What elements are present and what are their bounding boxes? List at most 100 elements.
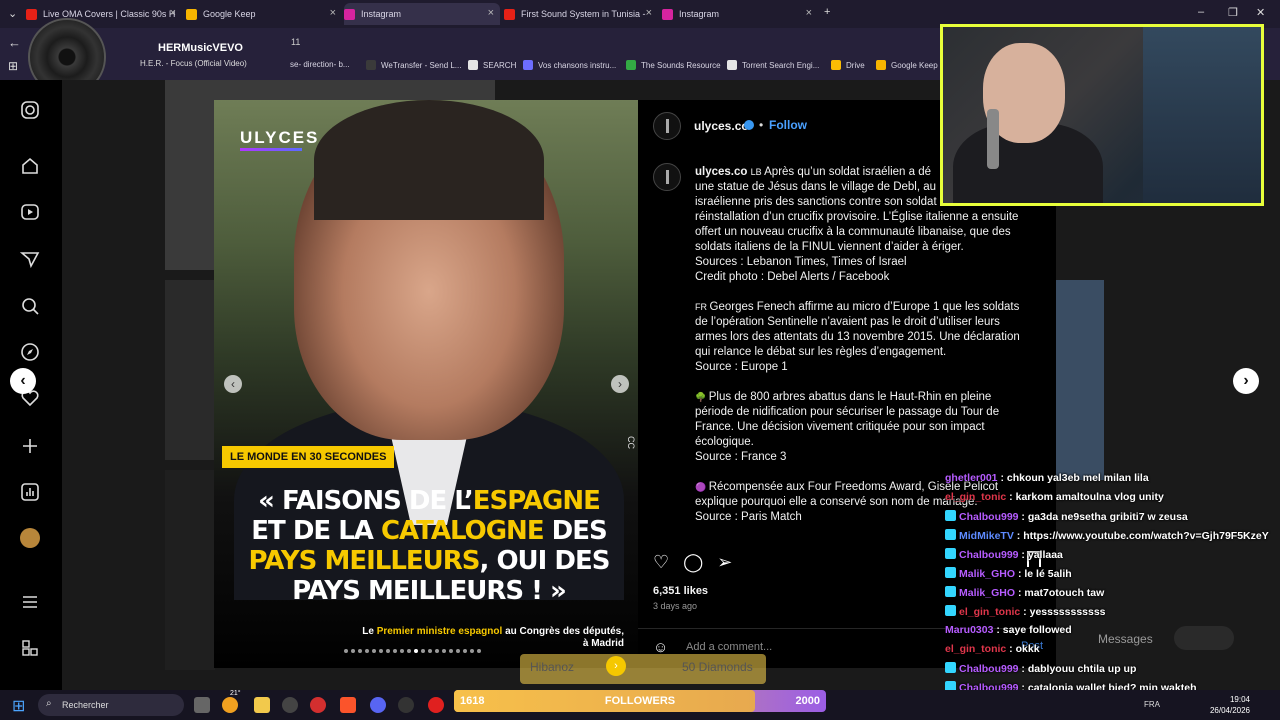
file-explorer-icon[interactable] — [254, 697, 270, 713]
bookmark-2[interactable]: SEARCH — [468, 60, 516, 70]
apps-grid-icon[interactable]: ⊞ — [8, 59, 18, 73]
author-handle[interactable]: ulyces.co — [694, 119, 749, 133]
taskbar-search[interactable]: ⌕ Rechercher — [38, 694, 184, 716]
caption-line-text: Après qu’un soldat israélien a dé — [764, 166, 931, 178]
close-icon[interactable]: × — [330, 7, 336, 19]
language-indicator[interactable]: FRA — [1144, 700, 1160, 709]
reels-icon[interactable] — [20, 202, 40, 222]
back-icon[interactable]: ← — [8, 35, 21, 50]
bookmark-6[interactable]: Drive — [831, 60, 865, 70]
tab-4[interactable]: Instagram × — [662, 3, 818, 25]
close-icon[interactable]: × — [646, 7, 652, 19]
carousel-dot — [421, 649, 425, 653]
chat-username[interactable]: MidMikeTV — [959, 530, 1014, 542]
tab-search-icon[interactable]: ⌄ — [8, 7, 17, 20]
carousel-dot — [428, 649, 432, 653]
bookmark-5[interactable]: Torrent Search Engi... — [727, 60, 819, 70]
chat-username[interactable]: el_gin_tonic — [945, 491, 1006, 503]
taskbar-clock[interactable]: 19:04 26/04/2026 — [1210, 694, 1250, 716]
direct-icon[interactable] — [20, 249, 40, 269]
maximize-icon[interactable]: ❐ — [1228, 6, 1238, 19]
now-playing-song: H.E.R. - Focus (Official Video) — [140, 59, 247, 68]
task-view-icon[interactable] — [194, 697, 210, 713]
comment-bubble-icon[interactable]: ◯ — [683, 552, 703, 573]
close-window-icon[interactable]: ✕ — [1256, 6, 1265, 19]
caption-line: Source : France 3 — [695, 450, 1025, 465]
bookmark-7[interactable]: Google Keep — [876, 60, 938, 70]
cc-label: CC — [626, 436, 636, 449]
carousel-prev-button[interactable]: ‹ — [224, 375, 242, 393]
bookmark-4[interactable]: The Sounds Resource — [626, 60, 721, 70]
share-send-icon[interactable]: ➢ — [717, 552, 732, 573]
caption-author-avatar[interactable] — [653, 163, 681, 191]
address-bar-text[interactable]: 11 — [291, 37, 300, 47]
caption-prefix: FR — [695, 302, 710, 312]
instagram-icon — [662, 8, 673, 20]
bookmark-label: Torrent Search Engi... — [742, 60, 820, 70]
chat-message: Chalbou999 : ga3da ne9setha gribiti7 w z… — [945, 510, 1275, 529]
search-bookmark-icon — [468, 60, 478, 70]
bookmark-label: SEARCH — [483, 60, 517, 70]
close-icon[interactable]: × — [806, 7, 812, 19]
create-icon[interactable] — [20, 436, 40, 456]
carousel-dot — [365, 649, 369, 653]
chat-username[interactable]: Malik_GHO — [959, 587, 1015, 599]
chat-text: yallaaa — [1027, 549, 1063, 561]
chat-username[interactable]: ghetler001 — [945, 472, 998, 484]
brave-icon[interactable] — [340, 697, 356, 713]
caption-line-text: Source : Europe 1 — [695, 361, 788, 373]
instagram-icon[interactable] — [20, 100, 40, 120]
chat-username[interactable]: Maru0303 — [945, 624, 993, 636]
carousel-dot — [435, 649, 439, 653]
likes-count[interactable]: 6,351 likes — [653, 585, 708, 597]
menu-icon[interactable] — [20, 592, 40, 612]
apps-icon[interactable] — [20, 638, 40, 658]
caption-line: offert un nouveau crucifix à la communau… — [695, 225, 1025, 240]
tab-2[interactable]: Instagram × — [344, 3, 500, 25]
like-heart-icon[interactable]: ♡ — [653, 552, 669, 573]
author-avatar[interactable] — [653, 112, 681, 140]
windows-start-icon[interactable]: ⊞ — [12, 696, 25, 716]
tab-3[interactable]: First Sound System in Tunisia - × — [504, 3, 658, 25]
profile-avatar[interactable] — [20, 528, 40, 548]
search-icon[interactable] — [20, 296, 40, 316]
carousel-dot — [372, 649, 376, 653]
chat-badge-icon — [945, 510, 956, 521]
close-icon[interactable]: × — [488, 7, 494, 19]
obs-icon[interactable] — [398, 697, 414, 713]
insights-icon[interactable] — [20, 482, 40, 502]
app-icon[interactable] — [310, 697, 326, 713]
bookmark-3[interactable]: Vos chansons instru... — [523, 60, 616, 70]
bookmark-1[interactable]: WeTransfer - Send L... — [366, 60, 461, 70]
sounds-resource-icon — [626, 60, 636, 70]
weather-icon[interactable] — [222, 697, 238, 713]
post-image[interactable]: ULYCES ‹ › CC LE MONDE EN 30 SECONDES « … — [214, 100, 638, 668]
chat-username[interactable]: Chalbou999 — [959, 511, 1019, 523]
bookmark-0[interactable]: se- direction- b... — [290, 60, 350, 69]
home-icon[interactable] — [20, 156, 40, 176]
caption-line: France. Une décision vivement critiquée … — [695, 420, 1025, 435]
chat-username[interactable]: Chalbou999 — [959, 549, 1019, 561]
caption-author-handle[interactable]: ulyces.co — [695, 166, 751, 178]
next-post-button[interactable]: › — [1233, 368, 1259, 394]
caption-prefix: LB — [750, 167, 765, 177]
chat-badge-icon — [945, 548, 956, 559]
headline-highlight: PAYS MEILLEURS — [248, 546, 481, 576]
chat-username[interactable]: Malik_GHO — [959, 568, 1015, 580]
headline-highlight: ESPAGNE — [472, 486, 601, 516]
carousel-next-button[interactable]: › — [611, 375, 629, 393]
minimize-icon[interactable]: – — [1198, 6, 1204, 18]
streamer-webcam — [940, 24, 1264, 206]
comment-input[interactable]: Add a comment... — [686, 641, 772, 653]
discord-icon[interactable] — [370, 697, 386, 713]
chat-username[interactable]: el_gin_tonic — [959, 606, 1020, 618]
opera-icon[interactable] — [428, 697, 444, 713]
caption-line-text: Source : France 3 — [695, 451, 787, 463]
explore-icon[interactable] — [20, 342, 40, 362]
follow-button[interactable]: Follow — [769, 118, 807, 132]
chat-username[interactable]: Chalbou999 — [959, 663, 1019, 675]
new-tab-button[interactable]: + — [824, 6, 830, 18]
previous-post-button[interactable]: ‹ — [10, 368, 36, 394]
chat-username[interactable]: el_gin_tonic — [945, 643, 1006, 655]
app-icon[interactable] — [282, 697, 298, 713]
